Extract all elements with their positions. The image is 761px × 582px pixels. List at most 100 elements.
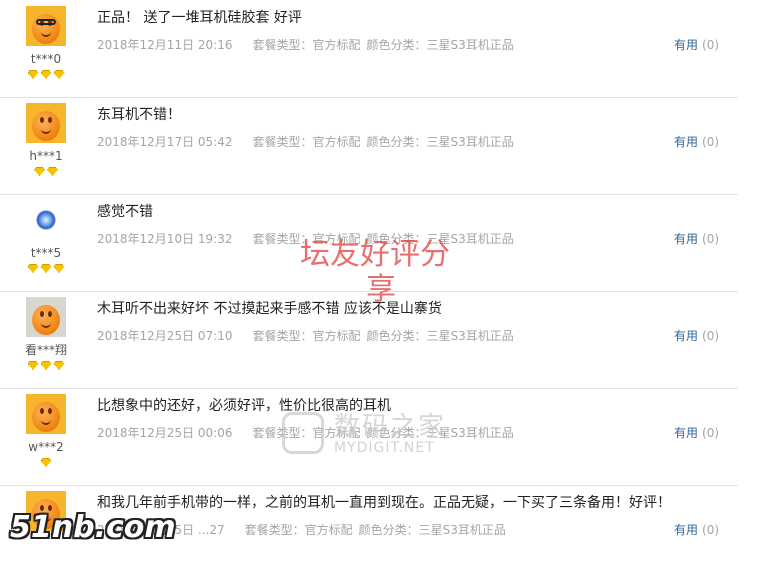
diamond-icon — [27, 264, 39, 273]
eye-icon — [40, 408, 44, 414]
user-info: t***0 — [18, 0, 74, 79]
useful-button[interactable]: 有用 (0) — [674, 328, 719, 344]
useful-label[interactable]: 有用 — [674, 426, 698, 440]
username[interactable]: h***1 — [18, 149, 74, 163]
package-value: 官方标配 — [312, 38, 361, 52]
avatar[interactable] — [26, 6, 66, 46]
useful-button[interactable]: 有用 (0) — [674, 37, 719, 53]
user-info: t***5 — [18, 194, 74, 273]
avatar[interactable] — [26, 297, 66, 337]
glasses-icon — [36, 19, 56, 25]
color-value: 三星S3耳机正品 — [426, 329, 514, 343]
useful-label[interactable]: 有用 — [674, 329, 698, 343]
review-text: 东耳机不错！ — [97, 107, 181, 123]
useful-count: (0) — [702, 135, 720, 149]
useful-label[interactable]: 有用 — [674, 523, 698, 537]
useful-button[interactable]: 有用 (0) — [674, 134, 719, 150]
username[interactable]: t***0 — [18, 52, 74, 66]
color-value: 三星S3耳机正品 — [426, 135, 514, 149]
useful-label[interactable]: 有用 — [674, 135, 698, 149]
review-meta: 2018年12月25日 ...27 套餐类型：官方标配 颜色分类：三星S3耳机正品 — [97, 522, 506, 538]
mascot-avatar-icon — [32, 499, 60, 529]
useful-label[interactable]: 有用 — [674, 232, 698, 246]
avatar[interactable] — [26, 491, 66, 531]
review-text: 比想象中的还好，必须好评，性价比很高的耳机 — [97, 398, 391, 414]
diamond-icon — [27, 361, 39, 370]
useful-count: (0) — [702, 232, 720, 246]
useful-count: (0) — [702, 523, 720, 537]
diamond-icon — [47, 167, 58, 176]
color-value: 三星S3耳机正品 — [426, 38, 514, 52]
color-value: 三星S3耳机正品 — [418, 523, 506, 537]
diamond-icon — [53, 264, 65, 273]
package-label: 套餐类型： — [252, 38, 313, 52]
package-label: 套餐类型： — [252, 135, 313, 149]
review-item: t***0 正品！ 送了一堆耳机硅胶套 好评 2018年12月11日 20:16 套餐… — [0, 0, 738, 98]
review-date: 2018年12月10日 19:32 — [97, 232, 233, 246]
package-value: 官方标配 — [312, 135, 361, 149]
user-info: h***1 — [18, 97, 74, 176]
package-label: 套餐类型： — [244, 523, 305, 537]
review-meta: 2018年12月11日 20:16 套餐类型：官方标配 颜色分类：三星S3耳机正品 — [97, 37, 514, 53]
mascot-avatar-icon — [32, 111, 60, 141]
diamond-icon — [40, 70, 52, 79]
eye-icon — [48, 311, 52, 317]
review-meta: 2018年12月10日 19:32 套餐类型：官方标配 颜色分类：三星S3耳机正品 — [97, 231, 514, 247]
username[interactable]: w***2 — [18, 440, 74, 454]
review-item: t***5 感觉不错 2018年12月10日 19:32 套餐类型：官方标配 颜色分类：… — [0, 194, 738, 292]
eye-icon — [48, 505, 52, 511]
color-value: 三星S3耳机正品 — [426, 232, 514, 246]
review-text: 感觉不错 — [97, 204, 153, 220]
eye-icon — [40, 117, 44, 123]
swirl-avatar-icon — [36, 210, 56, 230]
useful-count: (0) — [702, 426, 720, 440]
eye-icon — [48, 117, 52, 123]
review-item: 看***翔 木耳听不出来好坏 不过摸起来手感不错 应该不是山寨货 2018年12月2… — [0, 291, 738, 389]
review-meta: 2018年12月25日 00:06 套餐类型：官方标配 颜色分类：三星S3耳机正品 — [97, 425, 514, 441]
package-label: 套餐类型： — [252, 232, 313, 246]
color-label: 颜色分类： — [366, 329, 427, 343]
avatar[interactable] — [26, 200, 66, 240]
diamond-icon — [40, 458, 52, 467]
eye-icon — [48, 408, 52, 414]
avatar[interactable] — [26, 394, 66, 434]
diamond-icon — [27, 70, 39, 79]
review-item: w***2 比想象中的还好，必须好评，性价比很高的耳机 2018年12月25日 00… — [0, 388, 738, 486]
color-label: 颜色分类： — [366, 426, 427, 440]
username[interactable]: 看***翔 — [18, 343, 74, 357]
useful-count: (0) — [702, 38, 720, 52]
package-label: 套餐类型： — [252, 329, 313, 343]
diamond-icon — [40, 361, 52, 370]
user-info: 看***翔 — [18, 291, 74, 370]
review-date: 2018年12月25日 00:06 — [97, 426, 233, 440]
review-date: 2018年12月11日 20:16 — [97, 38, 233, 52]
mascot-avatar-icon — [32, 305, 60, 335]
user-info: w***2 — [18, 388, 74, 467]
diamond-icon — [53, 361, 65, 370]
username[interactable]: t***5 — [18, 246, 74, 260]
eye-icon — [40, 311, 44, 317]
review-meta: 2018年12月25日 07:10 套餐类型：官方标配 颜色分类：三星S3耳机正品 — [97, 328, 514, 344]
review-meta: 2018年12月17日 05:42 套餐类型：官方标配 颜色分类：三星S3耳机正品 — [97, 134, 514, 150]
review-text: 和我几年前手机带的一样，之前的耳机一直用到现在。正品无疑，一下买了三条备用！好评… — [97, 495, 671, 511]
user-level — [18, 167, 74, 176]
diamond-icon — [40, 264, 52, 273]
package-label: 套餐类型： — [252, 426, 313, 440]
color-label: 颜色分类： — [358, 523, 419, 537]
package-value: 官方标配 — [312, 426, 361, 440]
color-value: 三星S3耳机正品 — [426, 426, 514, 440]
review-date: 2018年12月25日 07:10 — [97, 329, 233, 343]
user-level — [18, 537, 74, 546]
useful-label[interactable]: 有用 — [674, 38, 698, 52]
user-info — [18, 485, 74, 546]
useful-button[interactable]: 有用 (0) — [674, 522, 719, 538]
review-date: 2018年12月17日 05:42 — [97, 135, 233, 149]
user-level — [18, 70, 74, 79]
review-date: 2018年12月25日 ...27 — [97, 523, 225, 537]
mascot-avatar-icon — [32, 402, 60, 432]
avatar[interactable] — [26, 103, 66, 143]
useful-button[interactable]: 有用 (0) — [674, 231, 719, 247]
color-label: 颜色分类： — [366, 232, 427, 246]
color-label: 颜色分类： — [366, 135, 427, 149]
useful-button[interactable]: 有用 (0) — [674, 425, 719, 441]
